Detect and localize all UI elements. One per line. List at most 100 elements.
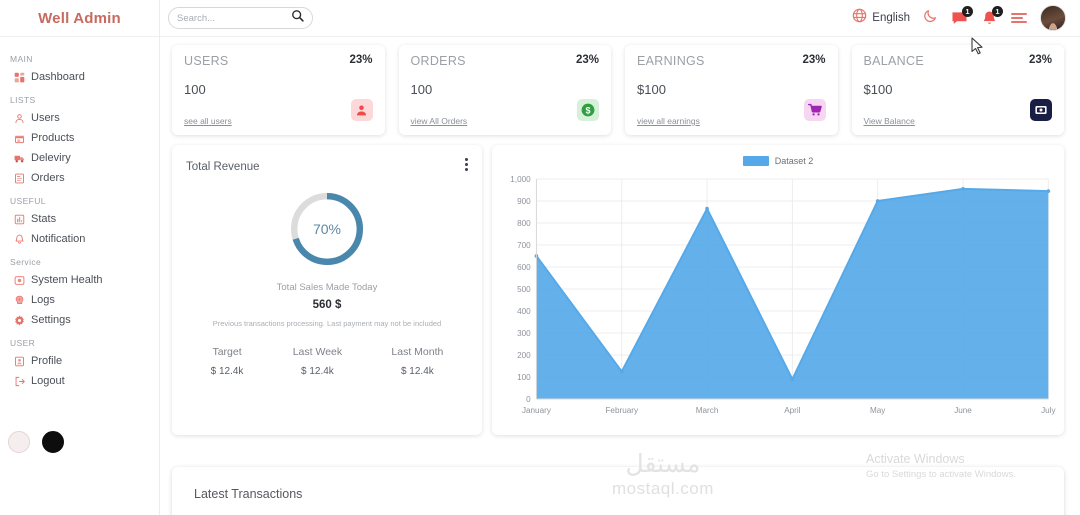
sidebar-item-orders[interactable]: Orders xyxy=(9,169,159,188)
avatar[interactable] xyxy=(1040,5,1066,31)
psychology-icon xyxy=(14,295,25,306)
sidebar-item-label: Notification xyxy=(31,233,86,245)
y-axis-tick-label: 400 xyxy=(517,306,531,316)
chart-point xyxy=(1046,189,1051,193)
search-icon[interactable] xyxy=(291,9,304,27)
language-label: English xyxy=(872,12,910,24)
card-value: 100 xyxy=(184,81,206,97)
card-value: $100 xyxy=(637,81,666,97)
card-link[interactable]: view All Orders xyxy=(411,116,468,127)
x-axis-tick-label: March xyxy=(696,405,719,415)
dollar-icon: $ xyxy=(577,99,599,121)
notifications-badge: 1 xyxy=(992,5,1003,17)
sidebar-item-products[interactable]: Products xyxy=(9,129,159,148)
sidebar-item-settings[interactable]: Settings xyxy=(9,311,159,330)
sidebar-item-label: Logout xyxy=(31,375,65,387)
sidebar-logo[interactable]: Well Admin xyxy=(0,0,159,37)
x-axis-tick-label: January xyxy=(522,405,552,415)
revenue-stat-target: Target $ 12.4k xyxy=(211,346,244,377)
bell-icon xyxy=(14,234,25,245)
clipboard-icon xyxy=(14,173,25,184)
x-axis-tick-label: April xyxy=(784,405,800,415)
search-box[interactable] xyxy=(168,7,313,29)
stat-card-balance[interactable]: BALANCE 23% $100 View Balance xyxy=(851,45,1064,135)
stat-card-orders[interactable]: ORDERS 23% 100 view All Orders $ xyxy=(398,45,611,135)
chart-point xyxy=(961,187,965,191)
card-link[interactable]: view all earnings xyxy=(637,116,700,127)
nav-section-lists-title: LISTS xyxy=(10,95,36,105)
sidebar-item-stats[interactable]: Stats xyxy=(9,210,159,229)
notifications-button[interactable]: 1 xyxy=(981,5,1003,27)
stat-card-earnings[interactable]: EARNINGS 23% $100 view all earnings xyxy=(625,45,838,135)
store-icon xyxy=(14,133,25,144)
x-axis-tick-label: July xyxy=(1041,405,1056,415)
cart-icon xyxy=(803,99,826,121)
dashboard-icon xyxy=(14,72,25,83)
sidebar-item-label: Profile xyxy=(31,355,63,367)
theme-selector xyxy=(8,431,64,453)
sidebar-item-system-health[interactable]: System Health xyxy=(9,271,159,290)
sidebar-item-delivery[interactable]: Deleviry xyxy=(9,149,159,168)
stat-value: $ 12.4k xyxy=(301,366,334,377)
messages-button[interactable]: 1 xyxy=(951,5,973,27)
light-theme-dot[interactable] xyxy=(8,431,30,453)
x-axis-tick-label: June xyxy=(954,405,972,415)
y-axis-tick-label: 0 xyxy=(526,394,531,404)
sidebar-item-users[interactable]: Users xyxy=(9,109,159,128)
sidebar-item-logout[interactable]: Logout xyxy=(9,372,159,391)
monitor-icon xyxy=(14,275,25,286)
sidebar-nav: MAIN Dashboard LISTS Users Products Dele… xyxy=(0,37,159,391)
sidebar-item-label: Settings xyxy=(31,314,71,326)
search-input[interactable] xyxy=(177,12,282,24)
dark-mode-toggle[interactable] xyxy=(923,8,938,28)
id-badge-icon xyxy=(14,356,25,367)
panel-title: Latest Transactions xyxy=(194,487,303,501)
chart-point xyxy=(619,369,624,374)
sidebar-item-label: Users xyxy=(31,112,60,124)
sidebar-item-label: System Health xyxy=(31,274,103,286)
x-axis-tick-label: February xyxy=(605,405,638,415)
activation-title: Activate Windows xyxy=(866,452,965,466)
card-link[interactable]: see all users xyxy=(184,116,232,127)
topbar-actions: English 1 1 xyxy=(852,5,1066,31)
y-axis-tick-label: 800 xyxy=(517,218,531,228)
sidebar-item-profile[interactable]: Profile xyxy=(9,352,159,371)
language-selector[interactable]: English xyxy=(852,8,910,28)
sidebar-item-logs[interactable]: Logs xyxy=(9,291,159,310)
stat-card-users[interactable]: USERS 23% 100 see all users xyxy=(172,45,385,135)
more-options-icon[interactable] xyxy=(465,158,468,171)
sidebar-item-label: Products xyxy=(31,132,75,144)
card-title: ORDERS xyxy=(410,54,466,68)
x-axis-tick-label: May xyxy=(870,405,886,415)
chart-point xyxy=(790,377,795,382)
y-axis-tick-label: 200 xyxy=(517,350,531,360)
card-percent: 23% xyxy=(349,54,373,66)
stat-cards-row: USERS 23% 100 see all users ORDERS 23% 1… xyxy=(160,37,1080,135)
y-axis-tick-label: 600 xyxy=(517,262,531,272)
user-icon xyxy=(350,99,373,121)
sidebar-item-notification[interactable]: Notification xyxy=(9,230,159,249)
nav-section-main-title: MAIN xyxy=(10,54,33,64)
revenue-note: Previous transactions processing. Last p… xyxy=(212,319,442,328)
y-axis-tick-label: 700 xyxy=(517,240,531,250)
chart-legend: Dataset 2 xyxy=(500,153,1056,169)
card-link[interactable]: View Balance xyxy=(864,116,915,127)
card-value: $100 xyxy=(863,81,893,97)
dark-theme-dot[interactable] xyxy=(42,431,64,453)
area-chart-panel: Dataset 2 0 100 200 300 400 500 600 700 800 900 1,… xyxy=(492,145,1064,435)
logout-icon xyxy=(14,376,25,387)
sidebar-item-label: Dashboard xyxy=(31,71,85,83)
user-icon xyxy=(14,113,25,124)
sidebar-item-label: Orders xyxy=(31,172,65,184)
legend-swatch[interactable] xyxy=(742,156,769,166)
sidebar-item-label: Logs xyxy=(31,294,55,306)
hamburger-menu-icon[interactable] xyxy=(1011,10,1027,26)
donut-chart: 70% xyxy=(186,189,468,269)
sidebar-item-dashboard[interactable]: Dashboard xyxy=(9,68,159,87)
y-axis-tick-label: 100 xyxy=(517,372,531,382)
donut-percent-label: 70% xyxy=(312,221,342,237)
card-title: USERS xyxy=(184,54,229,68)
svg-text:$: $ xyxy=(585,106,590,116)
dashboard-page: Well Admin MAIN Dashboard LISTS Users Pr… xyxy=(0,0,1080,515)
area-chart: 0 100 200 300 400 500 600 700 800 900 1,000 January… xyxy=(500,169,1056,427)
